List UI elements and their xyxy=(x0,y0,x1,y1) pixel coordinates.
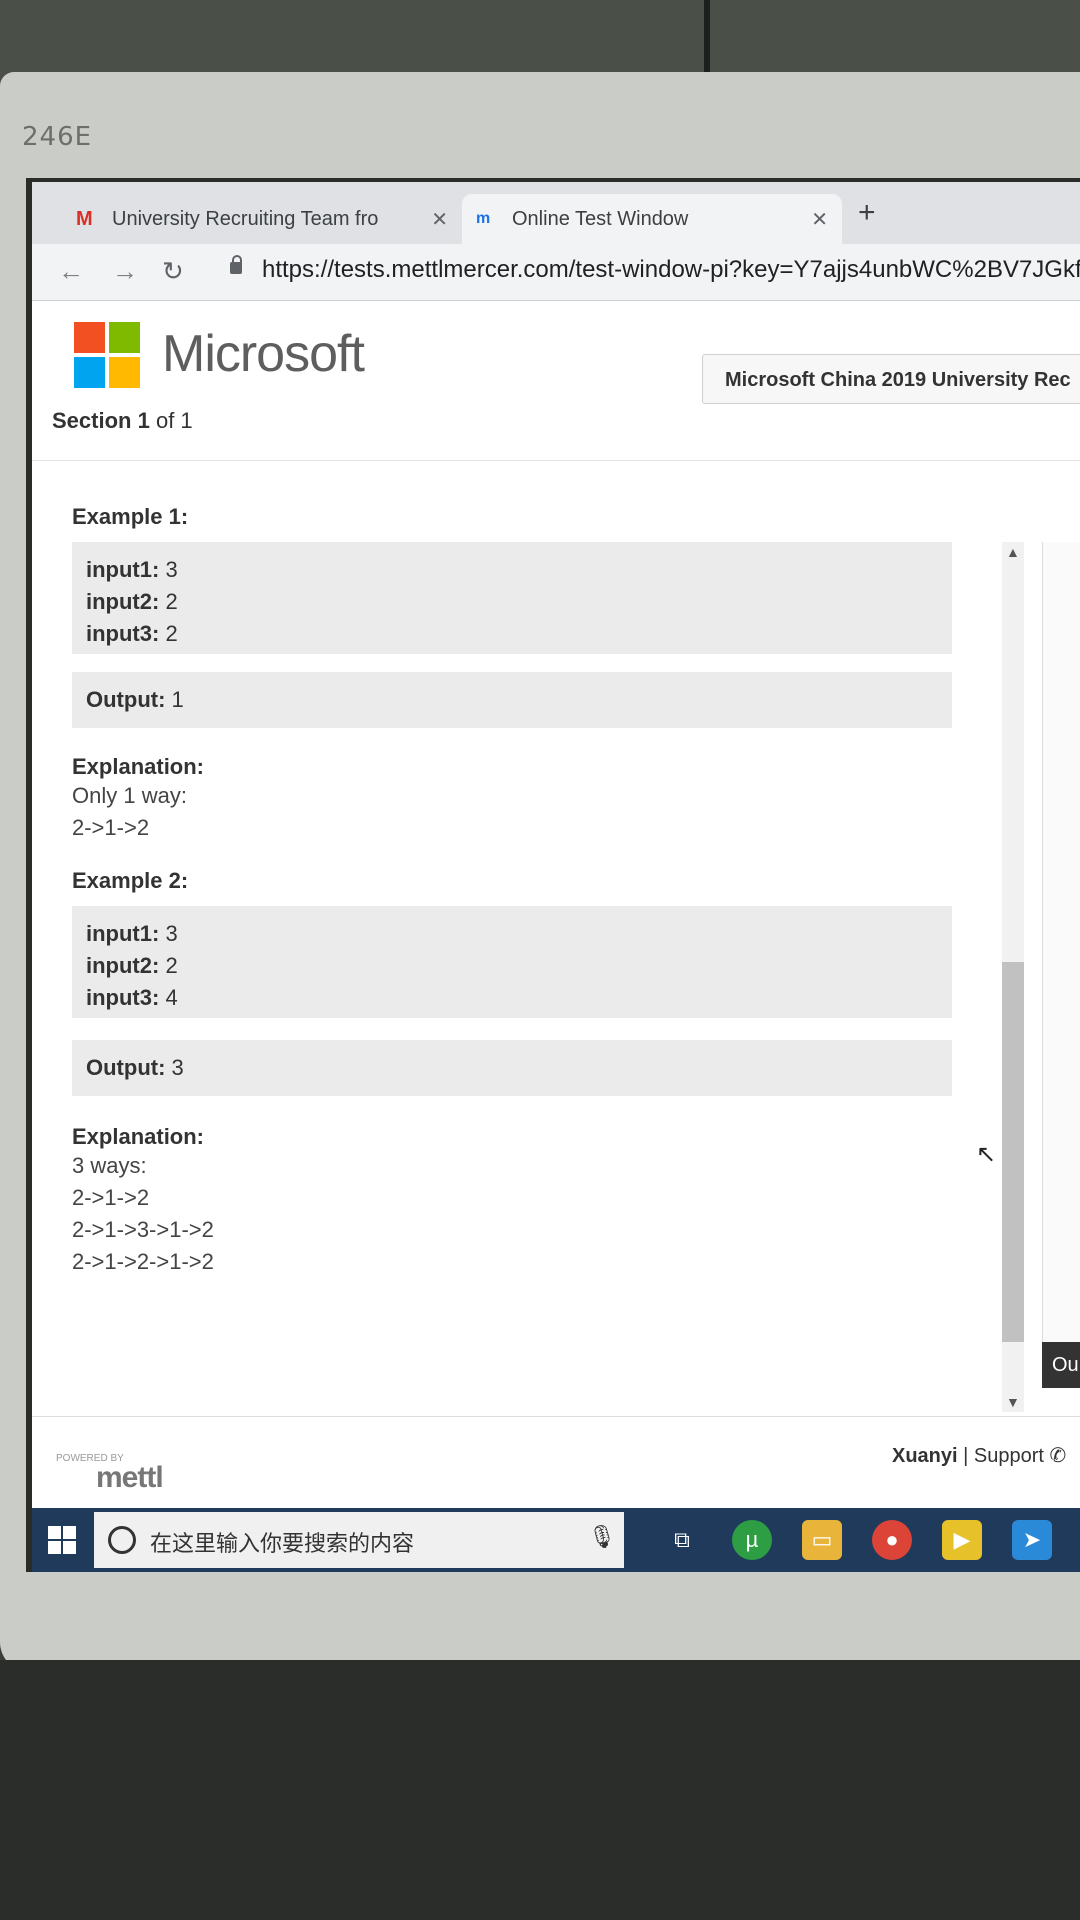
screen: M University Recruiting Team fro ✕ m Onl… xyxy=(26,178,1080,1572)
page-footer: POWERED BY mettl Xuanyi | Support ✆ xyxy=(32,1416,1080,1509)
forward-icon[interactable]: → xyxy=(112,256,138,287)
explanation-title: Explanation: xyxy=(72,754,205,779)
example-output-box: Output: 1 xyxy=(72,672,952,728)
windows-taskbar: 在这里输入你要搜索的内容 🎙 ⧉ µ ▭ ● ▶ ➤ xyxy=(32,1508,1080,1572)
input-line: input3: 2 xyxy=(86,621,178,646)
media-player-icon[interactable]: ▶ xyxy=(942,1520,982,1560)
input-line: input1: 3 xyxy=(86,921,178,946)
explanation-line: 3 ways: xyxy=(72,1153,147,1178)
address-bar[interactable]: https://tests.mettlmercer.com/test-windo… xyxy=(262,256,1080,284)
explanation-line: 2->1->2 xyxy=(72,1185,150,1210)
explanation-line: 2->1->2 xyxy=(72,815,150,840)
tab-online-test[interactable]: m Online Test Window ✕ xyxy=(462,194,842,244)
new-tab-button[interactable]: + xyxy=(858,196,876,230)
explanation-line: Only 1 way: xyxy=(72,783,187,808)
gmail-icon: M xyxy=(76,207,93,230)
tab-label: Online Test Window xyxy=(512,207,689,230)
search-placeholder: 在这里输入你要搜索的内容 xyxy=(150,1531,415,1556)
mouse-cursor-icon: ↖ xyxy=(976,1141,997,1168)
mettl-icon: m xyxy=(476,210,491,227)
phone-icon: ✆ xyxy=(1049,1445,1067,1467)
test-name: Microsoft China 2019 University Rec xyxy=(702,354,1080,404)
explanation-title: Explanation: xyxy=(72,1124,205,1149)
user-support-bar: Xuanyi | Support ✆ xyxy=(892,1445,1067,1467)
input-line: input2: 2 xyxy=(86,589,178,614)
question-content: Example 1: input1: 3 input2: 2 input3: 2… xyxy=(72,482,952,1278)
file-explorer-icon[interactable]: ▭ xyxy=(802,1520,842,1560)
input-line: input2: 2 xyxy=(86,953,178,978)
lock-icon xyxy=(230,255,242,274)
desk-area xyxy=(0,1660,1080,1920)
explanation-line: 2->1->2->1->2 xyxy=(72,1249,214,1274)
input-line: input3: 4 xyxy=(86,985,178,1010)
input-line: input1: 3 xyxy=(86,557,178,582)
task-view-icon[interactable]: ⧉ xyxy=(662,1520,702,1560)
example-title: Example 1: xyxy=(72,504,189,529)
microphone-icon[interactable]: 🎙 xyxy=(588,1524,616,1550)
explanation-line: 2->1->3->1->2 xyxy=(72,1217,214,1242)
browser-tab-bar: M University Recruiting Team fro ✕ m Onl… xyxy=(32,182,1080,244)
close-icon[interactable]: ✕ xyxy=(431,207,448,232)
back-icon[interactable]: ← xyxy=(58,256,84,287)
windows-start-icon[interactable] xyxy=(48,1526,76,1554)
tab-label: University Recruiting Team fro xyxy=(112,207,379,230)
scroll-down-icon[interactable]: ▼ xyxy=(1006,1394,1020,1410)
send-icon[interactable]: ➤ xyxy=(1012,1520,1052,1560)
tab-gmail[interactable]: M University Recruiting Team fro ✕ xyxy=(62,194,462,244)
taskbar-search[interactable]: 在这里输入你要搜索的内容 🎙 xyxy=(94,1512,624,1568)
microsoft-logo-icon xyxy=(74,322,140,388)
divider xyxy=(32,460,1080,461)
browser-nav-bar: ← → ↻ https://tests.mettlmercer.com/test… xyxy=(32,244,1080,301)
scroll-up-icon[interactable]: ▲ xyxy=(1006,544,1020,560)
user-name: Xuanyi xyxy=(892,1445,958,1467)
output-button[interactable]: Ou xyxy=(1042,1342,1080,1388)
code-editor-pane[interactable] xyxy=(1042,542,1080,1342)
scrollbar-thumb[interactable] xyxy=(1002,962,1024,1342)
support-link[interactable]: Support xyxy=(974,1445,1044,1467)
reload-icon[interactable]: ↻ xyxy=(162,256,184,287)
mettl-logo: mettl xyxy=(96,1461,164,1494)
section-indicator: Section 1 of 1 xyxy=(52,408,193,433)
utorrent-icon[interactable]: µ xyxy=(732,1520,772,1560)
example-input-box: input1: 3 input2: 2 input3: 4 xyxy=(72,906,952,1018)
monitor-label: 246E xyxy=(22,122,93,152)
example-input-box: input1: 3 input2: 2 input3: 2 xyxy=(72,542,952,654)
logo-text: Microsoft xyxy=(162,325,365,383)
example-title: Example 2: xyxy=(72,868,189,893)
close-icon[interactable]: ✕ xyxy=(811,207,828,232)
example-output-box: Output: 3 xyxy=(72,1040,952,1096)
cortana-icon[interactable] xyxy=(108,1526,136,1554)
chrome-icon[interactable]: ● xyxy=(872,1520,912,1560)
